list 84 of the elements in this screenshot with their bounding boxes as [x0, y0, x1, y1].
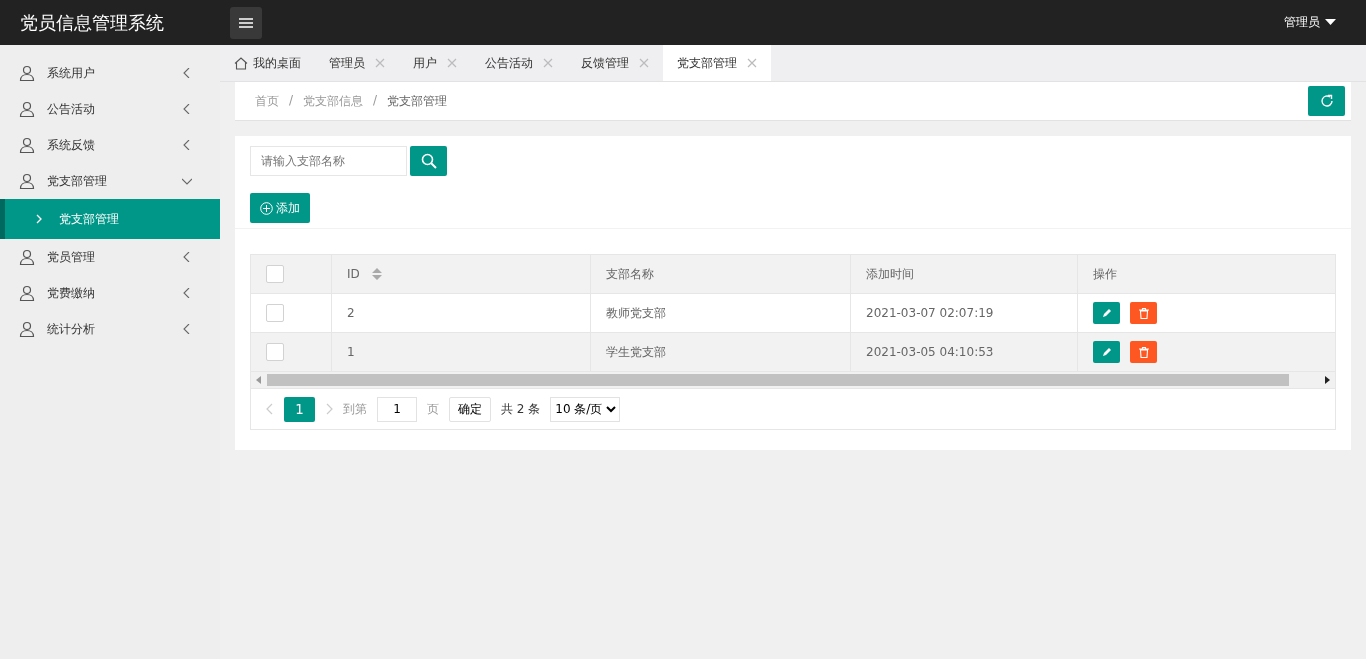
- tab[interactable]: 我的桌面: [220, 45, 315, 81]
- row-checkbox[interactable]: [266, 343, 284, 361]
- select-all-checkbox[interactable]: [266, 265, 284, 283]
- chevron-right-icon: [36, 214, 43, 224]
- sidebar-item[interactable]: 党员管理: [0, 239, 220, 275]
- close-icon[interactable]: [375, 58, 385, 68]
- user-icon: [19, 65, 35, 81]
- breadcrumb-separator: /: [373, 92, 378, 109]
- delete-button[interactable]: [1130, 341, 1157, 363]
- sidebar-subitem[interactable]: 党支部管理: [0, 199, 220, 239]
- chevron-left-icon: [182, 252, 192, 262]
- scroll-left-icon[interactable]: [256, 376, 261, 384]
- search-icon: [420, 153, 437, 169]
- page-size-select[interactable]: 10 条/页: [550, 396, 621, 422]
- chevron-left-icon: [182, 288, 192, 298]
- user-icon: [19, 137, 35, 153]
- tab[interactable]: 反馈管理: [567, 45, 663, 81]
- sidebar-item[interactable]: 统计分析: [0, 311, 220, 347]
- chevron-down-icon: [182, 176, 192, 186]
- scroll-right-icon[interactable]: [1325, 376, 1330, 384]
- chevron-left-icon: [182, 324, 192, 334]
- edit-button[interactable]: [1093, 341, 1120, 363]
- sidebar-item[interactable]: 系统反馈: [0, 127, 220, 163]
- tab[interactable]: 用户: [399, 45, 471, 81]
- user-icon: [19, 285, 35, 301]
- column-header: 添加时间: [850, 255, 1078, 294]
- user-icon: [19, 101, 35, 117]
- trash-icon: [1138, 346, 1149, 358]
- user-icon: [19, 249, 35, 265]
- previous-page-icon[interactable]: [266, 403, 274, 415]
- chevron-left-icon: [182, 140, 192, 150]
- plus-circle-icon: [260, 201, 273, 215]
- close-icon[interactable]: [543, 58, 553, 68]
- tab[interactable]: 党支部管理: [663, 45, 771, 81]
- refresh-icon: [1319, 94, 1334, 108]
- total-count: 共 2 条: [501, 400, 541, 418]
- column-header: 支部名称: [590, 255, 851, 294]
- column-header: 操作: [1077, 255, 1335, 294]
- caret-icon: [1325, 19, 1336, 26]
- tab[interactable]: 管理员: [315, 45, 399, 81]
- close-icon[interactable]: [639, 58, 649, 68]
- add-button[interactable]: 添加: [250, 193, 310, 223]
- sidebar-item[interactable]: 党费缴纳: [0, 275, 220, 311]
- sidebar-item[interactable]: 党支部管理: [0, 163, 220, 199]
- user-icon: [19, 173, 35, 189]
- sidebar-item[interactable]: 系统用户: [0, 55, 220, 91]
- search-button[interactable]: [410, 146, 447, 176]
- close-icon[interactable]: [747, 58, 757, 68]
- table-cell: 2021-03-05 04:10:53: [850, 332, 1078, 372]
- breadcrumb-link[interactable]: 党支部管理: [387, 92, 448, 110]
- next-page-icon[interactable]: [325, 403, 333, 415]
- home-icon: [234, 56, 248, 70]
- breadcrumb-separator: /: [289, 92, 294, 109]
- sidebar-item[interactable]: 公告活动: [0, 91, 220, 127]
- sort-icon[interactable]: [371, 267, 382, 282]
- table-cell: 2: [331, 293, 591, 333]
- page-input[interactable]: 1: [377, 396, 417, 422]
- delete-button[interactable]: [1130, 302, 1157, 324]
- row-checkbox[interactable]: [266, 304, 284, 322]
- user-menu[interactable]: 管理员: [1278, 13, 1342, 32]
- table-cell: 教师党支部: [590, 293, 851, 333]
- pencil-icon: [1101, 347, 1112, 357]
- chevron-left-icon: [182, 68, 192, 78]
- close-icon[interactable]: [447, 58, 457, 68]
- app-title: 党员信息管理系统: [19, 10, 165, 35]
- pencil-icon: [1101, 308, 1112, 318]
- table-cell: 学生党支部: [590, 332, 851, 372]
- trash-icon: [1138, 307, 1149, 319]
- menu-toggle-button[interactable]: [230, 6, 262, 39]
- menu-icon: [239, 17, 253, 28]
- tab[interactable]: 公告活动: [471, 45, 567, 81]
- current-page-button[interactable]: 1: [284, 396, 315, 422]
- goto-label: 到第: [343, 400, 367, 418]
- column-header: ID: [331, 255, 591, 294]
- refresh-button[interactable]: [1308, 86, 1345, 116]
- edit-button[interactable]: [1093, 302, 1120, 324]
- search-field[interactable]: 请输入支部名称: [250, 146, 407, 176]
- table-cell: 1: [331, 332, 591, 372]
- page-label: 页: [427, 400, 439, 418]
- confirm-button[interactable]: 确定: [449, 396, 491, 422]
- chevron-left-icon: [182, 104, 192, 114]
- user-icon: [19, 321, 35, 337]
- horizontal-scrollbar[interactable]: [251, 372, 1335, 389]
- table-cell: 2021-03-07 02:07:19: [850, 293, 1078, 333]
